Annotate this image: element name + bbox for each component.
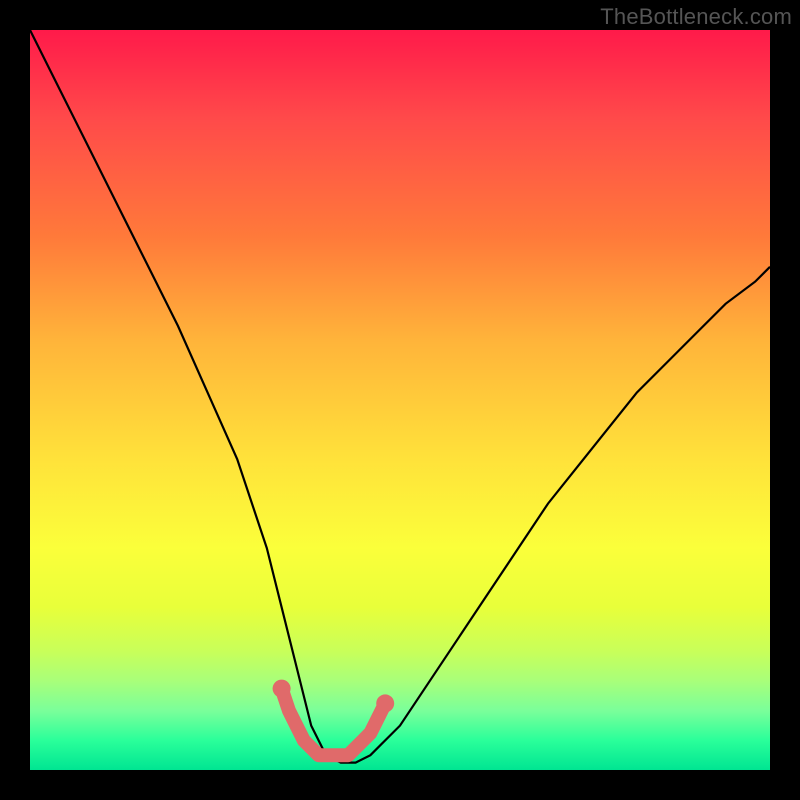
chart-plot-area	[30, 30, 770, 770]
bottleneck-curve	[30, 30, 770, 763]
optimal-highlight	[282, 689, 386, 756]
watermark-text: TheBottleneck.com	[600, 4, 792, 30]
highlight-endpoint-dot	[273, 680, 291, 698]
chart-frame: TheBottleneck.com	[0, 0, 800, 800]
highlight-endpoint-dot	[376, 694, 394, 712]
chart-svg	[30, 30, 770, 770]
